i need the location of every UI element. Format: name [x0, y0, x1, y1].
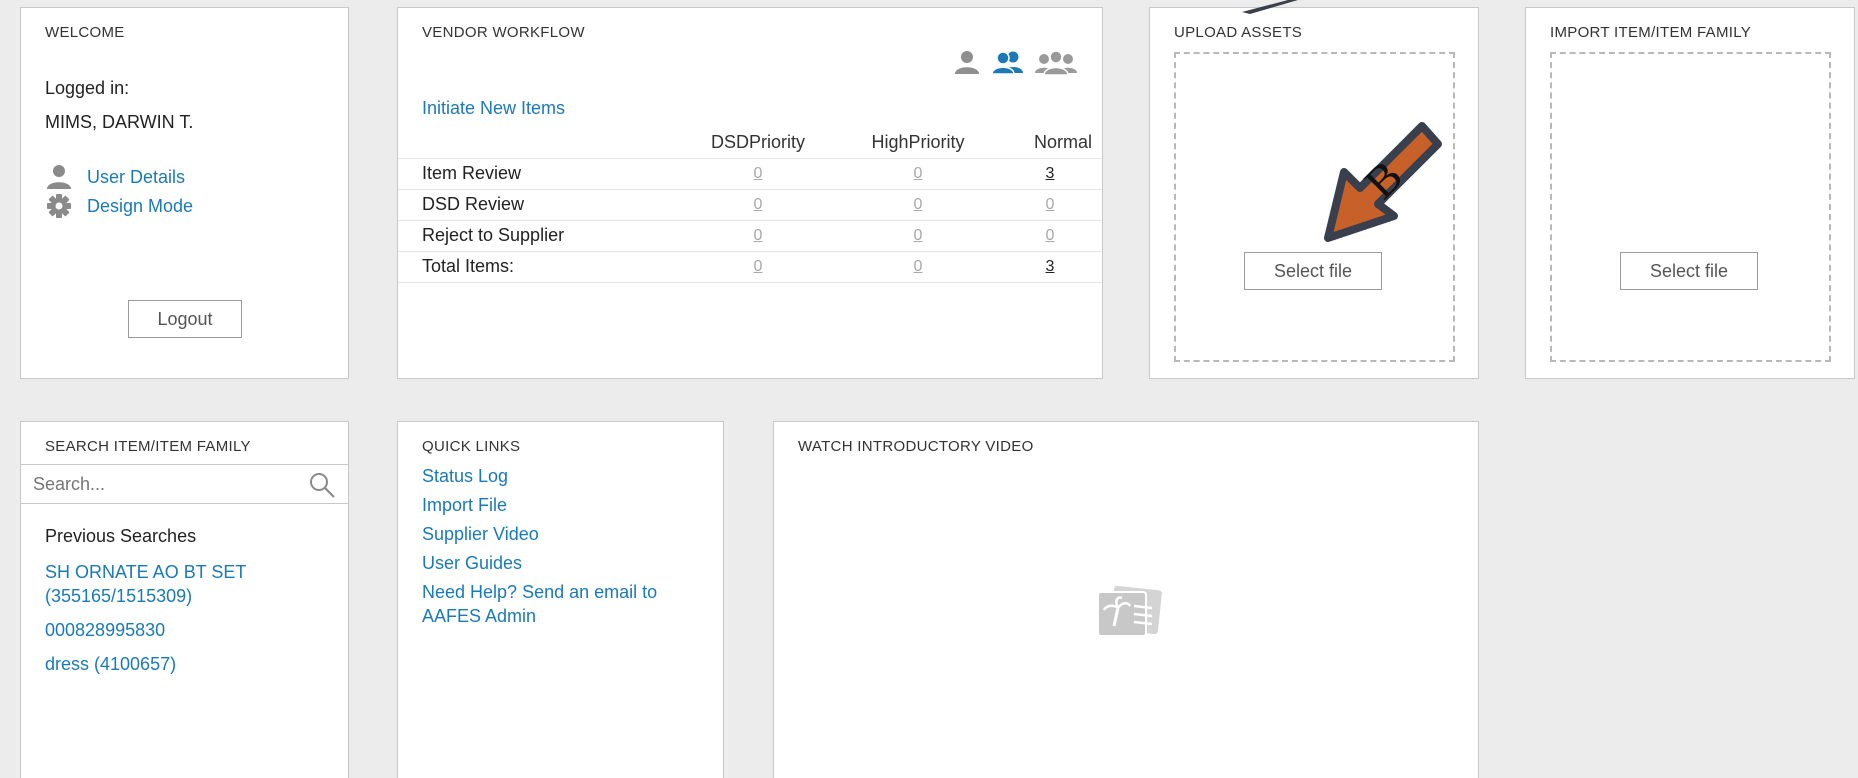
count-link[interactable]: 3 [1046, 258, 1055, 275]
table-row: DSD Review 0 0 0 [398, 188, 1102, 220]
design-mode-label[interactable]: Design Mode [87, 196, 193, 217]
user-icon [47, 165, 71, 189]
count-link[interactable]: 0 [1046, 196, 1055, 213]
count-link[interactable]: 0 [914, 227, 923, 244]
annotation-arrow-icon: B [1324, 122, 1442, 242]
row-label: Item Review [398, 157, 678, 189]
quick-link-supplier-video[interactable]: Supplier Video [422, 522, 712, 546]
column-header: DSDPriority [710, 132, 805, 153]
column-header: Normal [1034, 132, 1093, 153]
previous-search-item[interactable]: 000828995830 [45, 618, 325, 642]
user-details-label[interactable]: User Details [87, 167, 185, 188]
row-label: DSD Review [398, 188, 678, 220]
previous-searches-title: Previous Searches [45, 526, 197, 546]
row-label: Reject to Supplier [398, 219, 678, 251]
upload-select-file-button[interactable]: Select file [1244, 252, 1382, 290]
previous-search-item[interactable]: dress (4100657) [45, 652, 325, 676]
previous-searches-list: SH ORNATE AO BT SET (355165/1515309) 000… [45, 560, 325, 686]
gear-icon [47, 194, 71, 218]
group-users-icon[interactable] [1034, 50, 1078, 81]
quick-link-status-log[interactable]: Status Log [422, 464, 712, 488]
design-mode-link[interactable]: Design Mode [45, 193, 193, 219]
table-row: Total Items: 0 0 3 [398, 250, 1102, 283]
row-label: Total Items: [398, 250, 678, 283]
user-name: MIMS, DARWIN T. [45, 112, 194, 132]
count-link[interactable]: 0 [914, 196, 923, 213]
welcome-panel: WELCOME Logged in: MIMS, DARWIN T. User … [20, 7, 349, 379]
search-item-title: SEARCH ITEM/ITEM FAMILY [45, 438, 251, 455]
previous-search-item[interactable]: SH ORNATE AO BT SET (355165/1515309) [45, 560, 325, 608]
count-link[interactable]: 0 [754, 196, 763, 213]
quick-links-title: QUICK LINKS [422, 438, 521, 455]
initiate-new-items-link[interactable]: Initiate New Items [422, 98, 565, 119]
search-box [21, 464, 348, 504]
count-link[interactable]: 0 [754, 165, 763, 182]
logout-button[interactable]: Logout [128, 300, 242, 338]
video-placeholder-icon[interactable] [1092, 584, 1164, 645]
table-row: Item Review 0 0 3 [398, 157, 1102, 189]
single-user-icon[interactable] [952, 50, 982, 81]
import-dropzone[interactable] [1550, 52, 1831, 362]
workflow-table: DSDPriority HighPriority Normal Item Rev… [398, 128, 1102, 283]
search-item-panel: SEARCH ITEM/ITEM FAMILY Previous Searche… [20, 421, 349, 778]
quick-links-list: Status Log Import File Supplier Video Us… [422, 464, 712, 633]
intro-video-title: WATCH INTRODUCTORY VIDEO [798, 438, 1034, 455]
count-link[interactable]: 0 [914, 165, 923, 182]
count-link[interactable]: 0 [754, 227, 763, 244]
quick-link-user-guides[interactable]: User Guides [422, 551, 712, 575]
count-link[interactable]: 0 [754, 258, 763, 275]
count-link[interactable]: 0 [1046, 227, 1055, 244]
quick-link-import-file[interactable]: Import File [422, 493, 712, 517]
vendor-workflow-title: VENDOR WORKFLOW [422, 24, 585, 41]
quick-links-panel: QUICK LINKS Status Log Import File Suppl… [397, 421, 724, 778]
search-input[interactable] [33, 471, 303, 497]
column-header: HighPriority [871, 132, 965, 153]
logged-in-label: Logged in: [45, 78, 130, 98]
table-row: Reject to Supplier 0 0 0 [398, 219, 1102, 251]
vendor-workflow-panel: VENDOR WORKFLOW Initiate New Items DSDPr… [397, 7, 1103, 379]
search-icon[interactable] [308, 471, 336, 504]
quick-link-need-help[interactable]: Need Help? Send an email to AAFES Admin [422, 580, 712, 628]
import-item-panel: IMPORT ITEM/ITEM FAMILY Select file [1525, 7, 1855, 379]
upload-assets-title: UPLOAD ASSETS [1174, 24, 1303, 41]
count-link[interactable]: 0 [914, 258, 923, 275]
welcome-title: WELCOME [45, 24, 125, 41]
import-select-file-button[interactable]: Select file [1620, 252, 1758, 290]
count-link[interactable]: 3 [1046, 165, 1055, 182]
annotation-arrow-fragment [1242, 0, 1298, 14]
import-item-title: IMPORT ITEM/ITEM FAMILY [1550, 24, 1752, 41]
view-toggle-group [952, 50, 1078, 81]
intro-video-panel: WATCH INTRODUCTORY VIDEO [773, 421, 1479, 778]
two-users-icon[interactable] [990, 50, 1026, 81]
user-details-link[interactable]: User Details [45, 164, 185, 190]
